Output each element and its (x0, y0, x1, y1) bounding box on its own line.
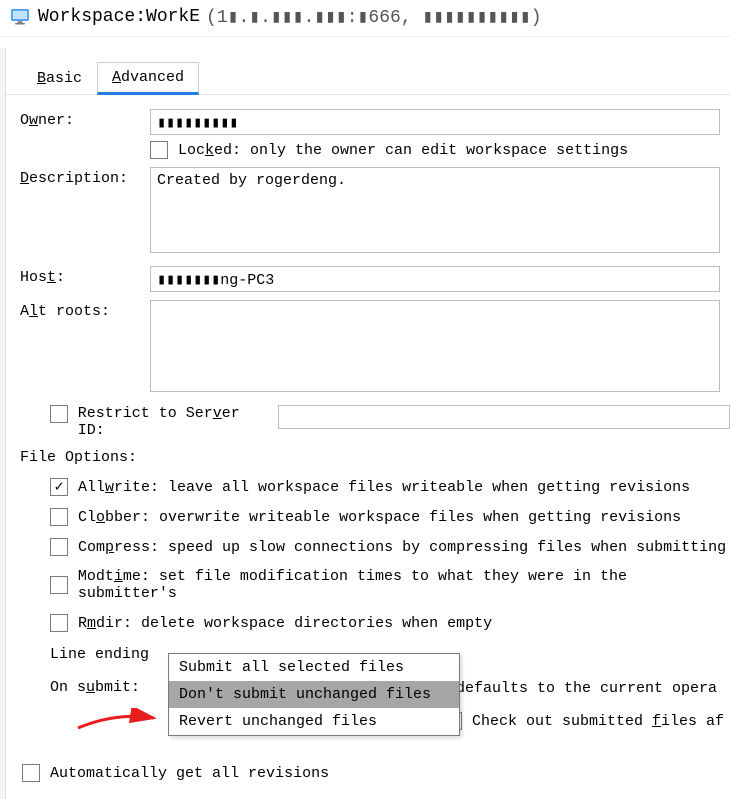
compress-label: Compress: speed up slow connections by c… (78, 539, 726, 556)
tab-advanced[interactable]: Advanced (97, 62, 199, 95)
host-input[interactable] (150, 266, 720, 292)
clobber-label: Clobber: overwrite writeable workspace f… (78, 509, 681, 526)
clobber-checkbox[interactable] (50, 508, 68, 526)
locked-checkbox[interactable] (150, 141, 168, 159)
server-id-input[interactable] (278, 405, 730, 429)
alt-roots-textarea[interactable] (150, 300, 720, 392)
tab-strip: Basic Advanced (0, 37, 730, 95)
title-name: WorkE (146, 7, 200, 27)
dd-revert-unchanged[interactable]: Revert unchanged files (169, 708, 459, 735)
window-left-edge (0, 48, 6, 799)
dd-submit-all[interactable]: Submit all selected files (169, 654, 459, 681)
annotation-arrow-icon (76, 708, 166, 738)
auto-get-checkbox[interactable] (22, 764, 40, 782)
auto-get-label: Automatically get all revisions (50, 765, 329, 782)
title-bar: Workspace: WorkE (1▮.▮.▮▮▮.▮▮▮:▮666, ▮▮▮… (0, 0, 730, 37)
modtime-label: Modtime: set file modification times to … (78, 568, 730, 602)
checkout-submitted-label: Check out submitted files af (472, 713, 724, 730)
tab-basic[interactable]: Basic (22, 63, 97, 94)
locked-label: Locked: only the owner can edit workspac… (178, 142, 628, 159)
alt-roots-label: Alt roots: (20, 300, 150, 320)
allwrite-checkbox[interactable] (50, 478, 68, 496)
compress-checkbox[interactable] (50, 538, 68, 556)
host-label: Host: (20, 266, 150, 286)
monitor-icon (10, 7, 30, 27)
rmdir-label: Rmdir: delete workspace directories when… (78, 615, 492, 632)
line-ending-tail: al: defaults to the current opera (420, 680, 717, 697)
dd-dont-submit-unchanged[interactable]: Don't submit unchanged files (169, 681, 459, 708)
line-ending-label: Line ending (50, 646, 149, 663)
rmdir-checkbox[interactable] (50, 614, 68, 632)
owner-input[interactable] (150, 109, 720, 135)
allwrite-label: Allwrite: leave all workspace files writ… (78, 479, 690, 496)
on-submit-dropdown[interactable]: Submit all selected files Don't submit u… (168, 653, 460, 736)
description-textarea[interactable]: Created by rogerdeng. (150, 167, 720, 253)
title-prefix: Workspace: (38, 7, 146, 27)
owner-label: Owner: (20, 109, 150, 129)
file-options-label: File Options: (20, 449, 730, 466)
description-label: Description: (20, 167, 150, 187)
restrict-checkbox[interactable] (50, 405, 68, 423)
restrict-label: Restrict to Server ID: (78, 405, 273, 439)
modtime-checkbox[interactable] (50, 576, 68, 594)
on-submit-label: On submit: (50, 679, 140, 696)
title-redacted: (1▮.▮.▮▮▮.▮▮▮:▮666, ▮▮▮▮▮▮▮▮▮▮) (206, 6, 542, 28)
